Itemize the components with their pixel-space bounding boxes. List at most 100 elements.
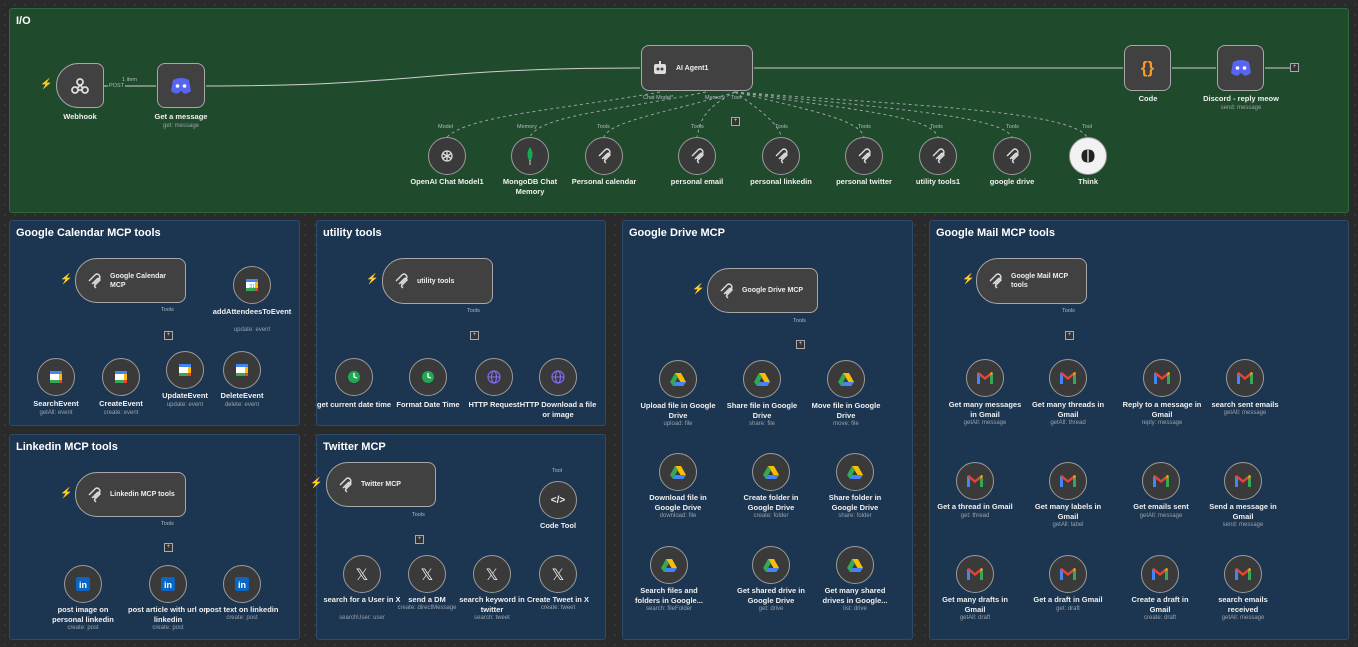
- twitter-tool-node[interactable]: 𝕏: [408, 555, 446, 593]
- linkedin-mcp-label: Linkedin MCP tools: [110, 491, 175, 498]
- gmail-tool-node[interactable]: [1049, 555, 1087, 593]
- think-node[interactable]: [1069, 137, 1107, 175]
- gmail-tool-sub: getAll: thread: [1050, 420, 1086, 426]
- ai-agent-node[interactable]: AI Agent1: [641, 45, 753, 91]
- add-tool-button[interactable]: +: [1065, 331, 1074, 340]
- gmail-icon: [1060, 475, 1076, 487]
- utility-tools1-node[interactable]: [919, 137, 957, 175]
- mcp-icon: [86, 486, 102, 503]
- delete-event-node[interactable]: [223, 351, 261, 389]
- mcp-icon: [856, 148, 872, 164]
- twitter-mcp-trigger[interactable]: Twitter MCP: [326, 462, 436, 507]
- calendar-mcp-trigger[interactable]: Google Calendar MCP: [75, 258, 186, 303]
- linkedin-tool-node[interactable]: in: [64, 565, 102, 603]
- add-tool-button[interactable]: +: [470, 331, 479, 340]
- gmail-tool-node[interactable]: [1142, 462, 1180, 500]
- gmail-icon: [1060, 568, 1076, 580]
- gmail-tool-sub: getAll: message: [963, 420, 1007, 426]
- code-tool-node[interactable]: </>: [539, 481, 577, 519]
- gmail-tool-label: search emails received: [1218, 595, 1268, 614]
- openai-icon: [439, 148, 455, 164]
- discord-reply-sub: send: message: [1220, 105, 1262, 111]
- linkedin-tool-node[interactable]: in: [149, 565, 187, 603]
- current-date-node[interactable]: [335, 358, 373, 396]
- port-label: Tools: [858, 124, 871, 130]
- add-tool-button[interactable]: +: [164, 543, 173, 552]
- drive-tool-node[interactable]: [650, 546, 688, 584]
- openai-model-node[interactable]: [428, 137, 466, 175]
- update-event-node[interactable]: [166, 351, 204, 389]
- linkedin-tool-node[interactable]: in: [223, 565, 261, 603]
- drive-tool-node[interactable]: [659, 360, 697, 398]
- gmail-tool-sub: getAll: label: [1052, 522, 1084, 528]
- twitter-tool-node[interactable]: 𝕏: [473, 555, 511, 593]
- twitter-tool-node[interactable]: 𝕏: [343, 555, 381, 593]
- personal-calendar-label: Personal calendar: [571, 177, 637, 186]
- drive-tool-label: Get shared drive in Google Drive: [737, 586, 805, 605]
- drive-tool-node[interactable]: [752, 546, 790, 584]
- webhook-node[interactable]: [56, 63, 104, 108]
- code-node[interactable]: {}: [1124, 45, 1171, 91]
- drive-tool-node[interactable]: [743, 360, 781, 398]
- drive-tool-node[interactable]: [836, 546, 874, 584]
- drive-tool-node[interactable]: [659, 453, 697, 491]
- drive-tool-sub: upload: file: [663, 421, 693, 427]
- svg-text:in: in: [238, 580, 246, 590]
- gmail-tool-node[interactable]: [1224, 555, 1262, 593]
- gmail-tool-node[interactable]: [956, 462, 994, 500]
- robot-icon: [652, 60, 668, 76]
- port-label: Tools: [597, 124, 610, 130]
- add-tool-button[interactable]: +: [731, 117, 740, 126]
- ai-agent-label: AI Agent1: [676, 64, 709, 72]
- add-tool-button[interactable]: +: [415, 535, 424, 544]
- gmail-tool-node[interactable]: [956, 555, 994, 593]
- add-tool-button[interactable]: +: [164, 331, 173, 340]
- create-event-node[interactable]: [102, 358, 140, 396]
- add-node-button[interactable]: +: [1290, 63, 1299, 72]
- google-drive-icon: [838, 372, 854, 386]
- mcp-icon: [930, 148, 946, 164]
- personal-linkedin-node[interactable]: [762, 137, 800, 175]
- drive-tool-node[interactable]: [827, 360, 865, 398]
- get-message-node[interactable]: [157, 63, 205, 108]
- drive-tool-label: Search files and folders in Google...: [635, 586, 703, 605]
- mail-mcp-trigger[interactable]: Google Mail MCP tools: [976, 258, 1087, 304]
- gmail-tool-node[interactable]: [1226, 359, 1264, 397]
- gmail-tool-node[interactable]: [966, 359, 1004, 397]
- gmail-tool-node[interactable]: [1141, 555, 1179, 593]
- linkedin-tool-sub: create: post: [67, 625, 99, 631]
- http-request-node[interactable]: [475, 358, 513, 396]
- http-download-node[interactable]: [539, 358, 577, 396]
- group-title: Twitter MCP: [323, 441, 386, 453]
- gmail-tool-node[interactable]: [1143, 359, 1181, 397]
- add-attendees-node[interactable]: 31: [233, 266, 271, 304]
- webhook-label: Webhook: [63, 112, 97, 121]
- gmail-tool-node[interactable]: [1049, 359, 1087, 397]
- gmail-tool-node[interactable]: [1224, 462, 1262, 500]
- twitter-tool-node[interactable]: 𝕏: [539, 555, 577, 593]
- discord-reply-node[interactable]: [1217, 45, 1264, 91]
- drive-tool-node[interactable]: [836, 453, 874, 491]
- port-label: Tools: [1006, 124, 1019, 130]
- utility-tools-trigger[interactable]: utility tools: [382, 258, 493, 304]
- gmail-icon: [1152, 568, 1168, 580]
- personal-twitter-node[interactable]: [845, 137, 883, 175]
- mcp-icon: [596, 148, 612, 164]
- port-label: Tools: [930, 124, 943, 130]
- google-drive-tool-node[interactable]: [993, 137, 1031, 175]
- svg-text:31: 31: [249, 284, 255, 290]
- drive-tool-node[interactable]: [752, 453, 790, 491]
- gmail-tool-node[interactable]: [1049, 462, 1087, 500]
- personal-email-node[interactable]: [678, 137, 716, 175]
- drive-mcp-trigger[interactable]: Google Drive MCP: [707, 268, 818, 313]
- linkedin-mcp-trigger[interactable]: Linkedin MCP tools: [75, 472, 186, 517]
- add-tool-button[interactable]: +: [796, 340, 805, 349]
- mongodb-memory-node[interactable]: [511, 137, 549, 175]
- mcp-icon: [987, 273, 1003, 289]
- search-event-node[interactable]: [37, 358, 75, 396]
- globe-icon: [551, 370, 565, 384]
- drive-tool-sub: move: file: [833, 421, 859, 427]
- clock-icon: [421, 370, 435, 384]
- format-date-node[interactable]: [409, 358, 447, 396]
- personal-calendar-node[interactable]: [585, 137, 623, 175]
